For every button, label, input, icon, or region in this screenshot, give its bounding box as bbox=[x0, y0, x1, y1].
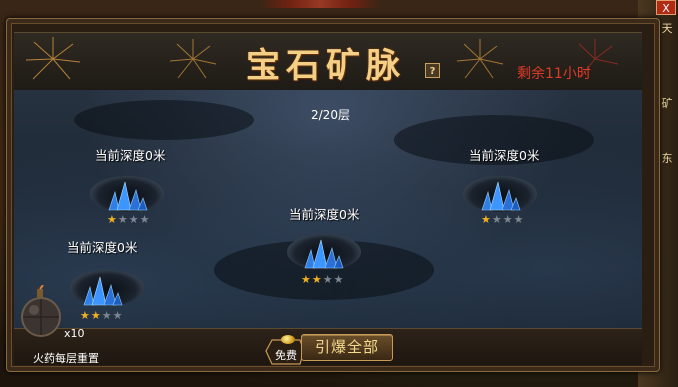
star-icon: ★ bbox=[513, 213, 525, 226]
firework-decoration-right bbox=[456, 39, 504, 79]
mine-4-crystal-icon[interactable] bbox=[80, 275, 124, 307]
star-icon: ★ bbox=[333, 273, 345, 286]
star-icon: ★ bbox=[491, 213, 503, 226]
star-icon: ★ bbox=[502, 213, 514, 226]
rock-decoration bbox=[74, 100, 254, 140]
mine-4-rating-stars: ★★★★ bbox=[80, 309, 124, 322]
mine-2-depth-label: 当前深度0米 bbox=[469, 148, 540, 163]
mine-1-rating-stars: ★★★★ bbox=[107, 213, 151, 226]
star-icon: ★ bbox=[112, 309, 124, 322]
star-icon: ★ bbox=[301, 273, 312, 286]
mine-2-crystal-icon[interactable] bbox=[478, 180, 522, 212]
remaining-time: 剩余11小时 bbox=[517, 66, 591, 82]
mine-3-crystal-icon[interactable] bbox=[301, 238, 345, 270]
help-button[interactable]: ? bbox=[425, 63, 440, 78]
bomb-icon[interactable] bbox=[17, 285, 65, 337]
mine-4-depth-label: 当前深度0米 bbox=[67, 240, 138, 255]
floor-indicator: 2/20层 bbox=[311, 108, 350, 122]
gold-coin-icon bbox=[281, 335, 295, 344]
background-decoration bbox=[260, 0, 380, 8]
detonate-all-button[interactable]: 引爆全部 bbox=[301, 334, 393, 361]
mine-3-depth-label: 当前深度0米 bbox=[289, 207, 360, 222]
star-icon: ★ bbox=[139, 213, 151, 226]
star-icon: ★ bbox=[101, 309, 113, 322]
star-icon: ★ bbox=[80, 309, 91, 322]
mine-3-rating-stars: ★★★★ bbox=[301, 273, 345, 286]
mine-2-rating-stars: ★★★★ bbox=[481, 213, 525, 226]
star-icon: ★ bbox=[311, 273, 323, 286]
mine-1-depth-label: 当前深度0米 bbox=[95, 148, 166, 163]
bomb-count: x10 bbox=[64, 327, 85, 340]
star-icon: ★ bbox=[107, 213, 118, 226]
mine-1-crystal-icon[interactable] bbox=[105, 180, 149, 212]
star-icon: ★ bbox=[322, 273, 334, 286]
star-icon: ★ bbox=[117, 213, 129, 226]
free-label[interactable]: 免费 bbox=[275, 347, 297, 363]
firework-left-decoration bbox=[25, 37, 81, 80]
panel-title: 宝石矿脉 bbox=[246, 46, 406, 86]
close-button[interactable]: X bbox=[656, 0, 676, 15]
star-icon: ★ bbox=[481, 213, 492, 226]
firework-decoration bbox=[169, 39, 217, 79]
star-icon: ★ bbox=[128, 213, 140, 226]
bomb-reset-label: 火药每层重置 bbox=[33, 352, 99, 365]
star-icon: ★ bbox=[90, 309, 102, 322]
